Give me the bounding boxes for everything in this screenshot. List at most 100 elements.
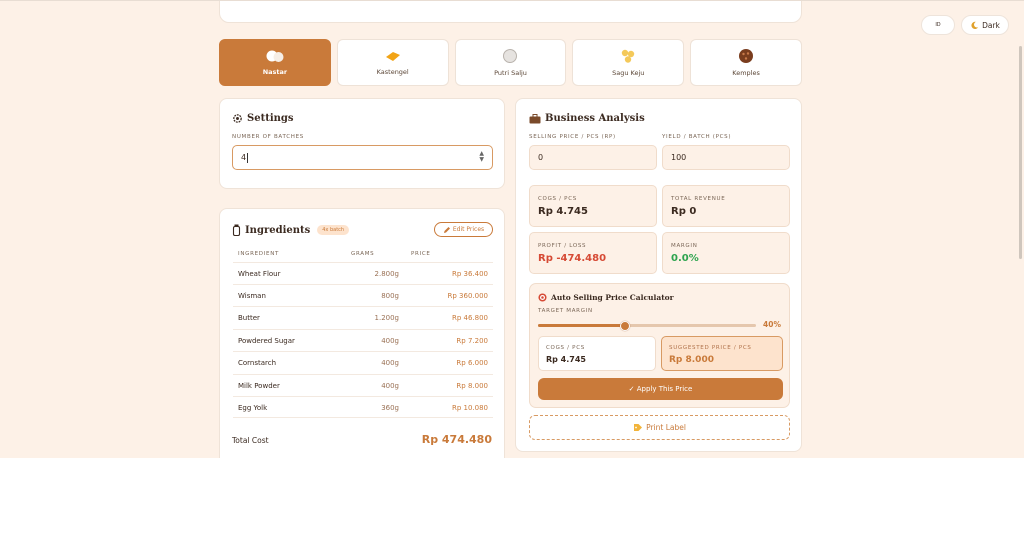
ingredient-price: Rp 360.000 [447, 292, 488, 300]
batches-input[interactable]: 4 ▲ ▼ [232, 145, 493, 170]
tab-label: Putri Salju [494, 69, 527, 77]
tag-icon [634, 424, 643, 431]
calc-cogs-label: COGS / PCS [546, 345, 585, 351]
settings-title-text: Settings [247, 113, 294, 124]
target-margin-label: TARGET MARGIN [538, 308, 593, 314]
jar-icon [232, 224, 241, 236]
ingredient-price: Rp 7.200 [456, 337, 488, 345]
ingredient-grams: 800g [381, 292, 399, 300]
total-cost-label: Total Cost [232, 436, 269, 445]
revenue-value: Rp 0 [671, 206, 697, 217]
suggested-price-value: Rp 8.000 [669, 355, 714, 365]
ingredient-price: Rp 6.000 [456, 359, 488, 367]
chocolate-cookie-icon [739, 49, 754, 63]
cogs-value: Rp 4.745 [538, 206, 588, 217]
ingredient-name: Butter [238, 314, 260, 322]
batches-value: 4 [241, 153, 247, 162]
tab-nastar[interactable]: Nastar [219, 39, 331, 86]
tab-kastengel[interactable]: Kastengel [336, 39, 449, 86]
theme-label: Dark [982, 20, 1000, 30]
revenue-stat: TOTAL REVENUE Rp 0 [662, 185, 790, 227]
ingredients-title: Ingredients 4x batch [232, 224, 350, 236]
recipe-hero-card [219, 0, 802, 23]
batch-badge: 4x batch [317, 225, 350, 235]
calculator-title-text: Auto Selling Price Calculator [551, 293, 674, 302]
ingredient-grams: 2.800g [374, 270, 399, 278]
app-viewport: ID ID Dark Nastar Kastengel Putri Salju … [0, 0, 1024, 458]
number-stepper[interactable]: ▲ ▼ [479, 151, 484, 163]
flower-cookie-icon [622, 49, 635, 63]
column-ingredient: INGREDIENT [238, 251, 280, 257]
yield-label: YIELD / BATCH (PCS) [662, 134, 732, 140]
ingredient-name: Egg Yolk [238, 404, 268, 412]
ingredient-name: Wheat Flour [238, 270, 281, 278]
ingredient-price: Rp 46.800 [451, 314, 488, 322]
cookie-jar-image [288, 0, 350, 1]
table-row: Wisman 800g Rp 360.000 [233, 284, 493, 306]
ingredient-grams: 400g [381, 382, 399, 390]
ingredients-title-text: Ingredients [245, 224, 311, 236]
ingredient-grams: 400g [381, 359, 399, 367]
calc-cogs-box: COGS / PCS Rp 4.745 [538, 336, 656, 371]
table-row: Milk Powder 400g Rp 8.000 [233, 374, 493, 396]
gear-icon [233, 114, 242, 123]
ingredient-name: Cornstarch [238, 359, 277, 367]
profit-stat: PROFIT / LOSS Rp -474.480 [529, 232, 657, 274]
yield-input[interactable]: 100 [662, 145, 790, 170]
edit-prices-button[interactable]: Edit Prices [434, 222, 493, 237]
calc-cogs-value: Rp 4.745 [546, 355, 586, 364]
selling-price-label: SELLING PRICE / PCS (RP) [529, 134, 616, 140]
suggested-price-box: SUGGESTED PRICE / PCS Rp 8.000 [661, 336, 783, 371]
page-scrollbar[interactable] [1019, 46, 1022, 259]
theme-toggle[interactable]: Dark [961, 15, 1009, 35]
snow-ball-icon [503, 49, 518, 63]
table-row: Powdered Sugar 400g Rp 7.200 [233, 329, 493, 351]
selling-price-input[interactable]: 0 [529, 145, 657, 170]
table-row: Egg Yolk 360g Rp 10.080 [233, 396, 493, 418]
pencil-icon [443, 226, 450, 233]
ingredient-price: Rp 10.080 [451, 404, 488, 412]
cheese-stick-icon [385, 52, 400, 61]
flag-icon: ID [935, 22, 941, 28]
business-analysis-card: Business Analysis SELLING PRICE / PCS (R… [515, 98, 802, 452]
ingredient-grams: 360g [381, 404, 399, 412]
ingredients-card: Ingredients 4x batch Edit Prices INGREDI… [219, 208, 505, 458]
tab-sagu-keju[interactable]: Sagu Keju [572, 39, 685, 86]
tab-label: Nastar [262, 68, 288, 76]
margin-value: 0.0% [671, 253, 699, 264]
print-label-text: Print Label [646, 423, 686, 432]
text-cursor [247, 152, 249, 163]
target-margin-slider[interactable] [538, 320, 756, 331]
ingredient-name: Wisman [238, 292, 266, 300]
table-row: Wheat Flour 2.800g Rp 36.400 [233, 262, 493, 284]
apply-price-button[interactable]: ✓ Apply This Price [538, 378, 783, 400]
table-row: Butter 1.200g Rp 46.800 [233, 306, 493, 328]
profit-label: PROFIT / LOSS [538, 243, 587, 249]
analysis-title-text: Business Analysis [545, 113, 645, 124]
print-label-button[interactable]: Print Label [529, 415, 790, 440]
auto-price-calculator: Auto Selling Price Calculator TARGET MAR… [529, 283, 790, 408]
tab-label: Kemples [732, 69, 760, 77]
tab-label: Kastengel [376, 68, 409, 76]
recipe-tabs: Nastar Kastengel Putri Salju Sagu Keju K… [219, 39, 802, 86]
slider-thumb[interactable] [620, 320, 631, 331]
revenue-label: TOTAL REVENUE [671, 196, 726, 202]
cogs-label: COGS / PCS [538, 196, 577, 202]
edit-prices-label: Edit Prices [452, 226, 485, 233]
ingredient-price: Rp 36.400 [451, 270, 488, 278]
ingredient-name: Powdered Sugar [238, 337, 295, 345]
briefcase-icon [529, 113, 541, 123]
tab-putri-salju[interactable]: Putri Salju [454, 39, 567, 86]
analysis-title: Business Analysis [529, 113, 645, 124]
margin-stat: MARGIN 0.0% [662, 232, 790, 274]
language-toggle[interactable]: ID ID [921, 15, 955, 35]
selling-price-value: 0 [538, 153, 544, 162]
slider-fill [538, 324, 626, 327]
ingredient-price: Rp 8.000 [456, 382, 488, 390]
tab-label: Sagu Keju [612, 69, 645, 77]
batches-label: NUMBER OF BATCHES [232, 134, 304, 140]
tab-kemples[interactable]: Kemples [690, 39, 802, 86]
profit-value: Rp -474.480 [538, 253, 607, 264]
column-price: PRICE [411, 251, 431, 257]
cloud-cookie-icon [266, 50, 284, 62]
